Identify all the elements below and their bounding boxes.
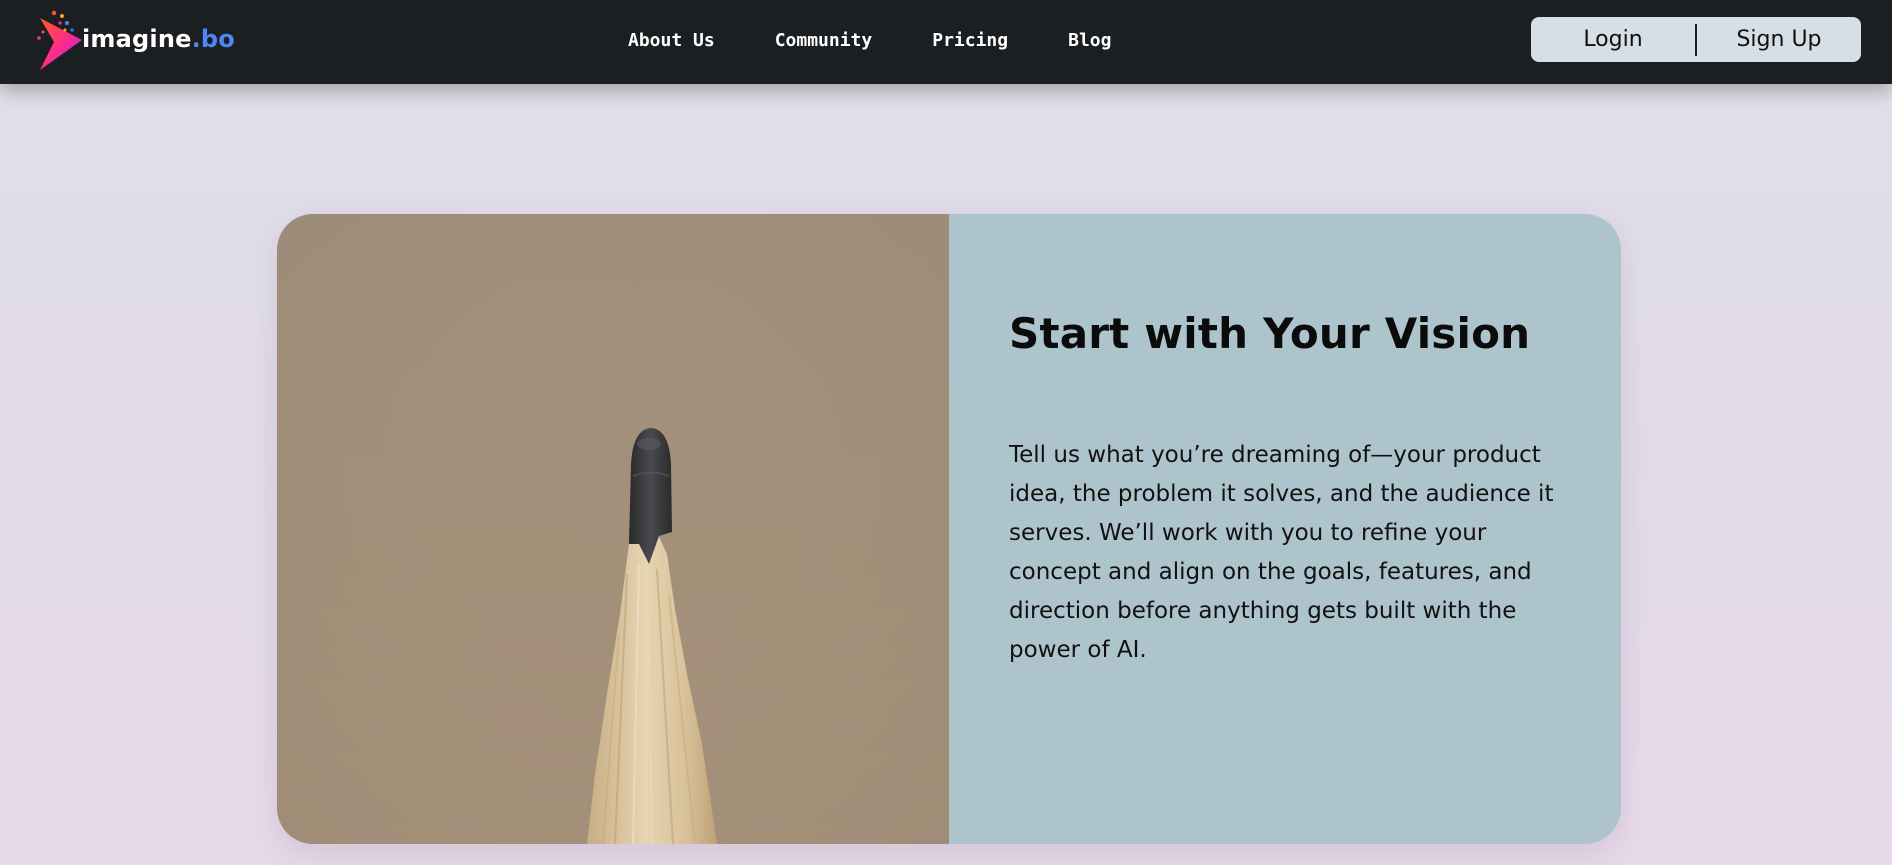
logo-suffix: .bo [191,25,235,53]
nav-blog[interactable]: Blog [1068,30,1111,51]
pencil-tip-icon [277,214,949,844]
logo-link[interactable]: imagine.bo [34,8,235,72]
nav-community[interactable]: Community [775,30,873,51]
hero-card: Start with Your Vision Tell us what you’… [277,214,1621,844]
hero-text-panel: Start with Your Vision Tell us what you’… [949,214,1621,844]
hero-title: Start with Your Vision [1009,309,1531,358]
pencil-image [277,214,949,844]
nav-about-us[interactable]: About Us [628,30,715,51]
signup-button[interactable]: Sign Up [1697,17,1861,62]
logo-text: imagine.bo [82,25,235,53]
hero-description: Tell us what you’re dreaming of—your pro… [1009,442,1554,663]
auth-buttons: Login Sign Up [1531,17,1861,62]
login-button[interactable]: Login [1531,17,1695,62]
main-nav: About Us Community Pricing Blog [628,0,1111,80]
top-navbar: imagine.bo About Us Community Pricing Bl… [0,0,1892,84]
nav-pricing[interactable]: Pricing [932,30,1008,51]
logo-icon [34,8,84,72]
